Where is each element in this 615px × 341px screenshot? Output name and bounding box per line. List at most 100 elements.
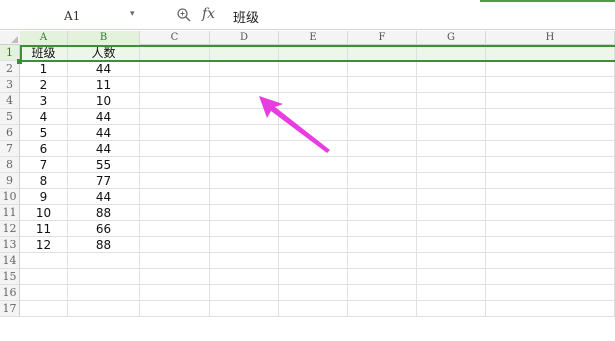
cell-e15[interactable]: [279, 269, 348, 285]
cell-e2[interactable]: [279, 61, 348, 77]
cell-g17[interactable]: [417, 301, 486, 317]
row-header-13[interactable]: 13: [0, 237, 20, 253]
cell-b9[interactable]: 77: [68, 173, 140, 189]
name-box[interactable]: A1 ▾: [28, 6, 163, 26]
fx-icon[interactable]: fx: [202, 6, 215, 22]
cell-f6[interactable]: [348, 125, 417, 141]
cell-d9[interactable]: [210, 173, 279, 189]
cell-h13[interactable]: [486, 237, 615, 253]
cell-c9[interactable]: [140, 173, 210, 189]
cell-a11[interactable]: 10: [20, 205, 68, 221]
row-header-8[interactable]: 8: [0, 157, 20, 173]
cell-e13[interactable]: [279, 237, 348, 253]
row-header-15[interactable]: 15: [0, 269, 20, 285]
cell-g1[interactable]: [417, 45, 486, 61]
cell-h3[interactable]: [486, 77, 615, 93]
cell-c1[interactable]: [140, 45, 210, 61]
cell-g3[interactable]: [417, 77, 486, 93]
cell-d2[interactable]: [210, 61, 279, 77]
row-header-11[interactable]: 11: [0, 205, 20, 221]
cell-g14[interactable]: [417, 253, 486, 269]
cell-b10[interactable]: 44: [68, 189, 140, 205]
cell-e9[interactable]: [279, 173, 348, 189]
cell-a8[interactable]: 7: [20, 157, 68, 173]
column-header-f[interactable]: F: [348, 31, 417, 45]
formula-value[interactable]: 班级: [233, 7, 259, 26]
cell-f17[interactable]: [348, 301, 417, 317]
column-header-c[interactable]: C: [140, 31, 210, 45]
row-header-17[interactable]: 17: [0, 301, 20, 317]
cell-g6[interactable]: [417, 125, 486, 141]
cell-a3[interactable]: 2: [20, 77, 68, 93]
cell-c14[interactable]: [140, 253, 210, 269]
cell-d11[interactable]: [210, 205, 279, 221]
cell-d17[interactable]: [210, 301, 279, 317]
row-header-9[interactable]: 9: [0, 173, 20, 189]
column-header-g[interactable]: G: [417, 31, 486, 45]
cell-h6[interactable]: [486, 125, 615, 141]
cell-g8[interactable]: [417, 157, 486, 173]
cell-g11[interactable]: [417, 205, 486, 221]
cell-b1[interactable]: 人数: [68, 45, 140, 61]
row-header-3[interactable]: 3: [0, 77, 20, 93]
row-header-14[interactable]: 14: [0, 253, 20, 269]
cell-a7[interactable]: 6: [20, 141, 68, 157]
cell-b13[interactable]: 88: [68, 237, 140, 253]
cell-e16[interactable]: [279, 285, 348, 301]
cell-c12[interactable]: [140, 221, 210, 237]
cell-f7[interactable]: [348, 141, 417, 157]
cell-b5[interactable]: 44: [68, 109, 140, 125]
cell-c6[interactable]: [140, 125, 210, 141]
cell-f15[interactable]: [348, 269, 417, 285]
cell-b12[interactable]: 66: [68, 221, 140, 237]
cell-g2[interactable]: [417, 61, 486, 77]
row-header-12[interactable]: 12: [0, 221, 20, 237]
cell-g9[interactable]: [417, 173, 486, 189]
cell-g7[interactable]: [417, 141, 486, 157]
cell-c10[interactable]: [140, 189, 210, 205]
cell-e12[interactable]: [279, 221, 348, 237]
fill-handle[interactable]: [17, 59, 22, 64]
cell-a14[interactable]: [20, 253, 68, 269]
cell-c8[interactable]: [140, 157, 210, 173]
cell-b7[interactable]: 44: [68, 141, 140, 157]
row-header-4[interactable]: 4: [0, 93, 20, 109]
cell-c2[interactable]: [140, 61, 210, 77]
cell-a12[interactable]: 11: [20, 221, 68, 237]
cell-c17[interactable]: [140, 301, 210, 317]
cell-a1[interactable]: 班级: [20, 45, 68, 61]
cell-h12[interactable]: [486, 221, 615, 237]
cell-e14[interactable]: [279, 253, 348, 269]
cell-c5[interactable]: [140, 109, 210, 125]
cell-e17[interactable]: [279, 301, 348, 317]
cell-h5[interactable]: [486, 109, 615, 125]
column-header-b[interactable]: B: [68, 31, 140, 45]
cell-e3[interactable]: [279, 77, 348, 93]
cell-e8[interactable]: [279, 157, 348, 173]
cell-g15[interactable]: [417, 269, 486, 285]
cell-h2[interactable]: [486, 61, 615, 77]
cell-b2[interactable]: 44: [68, 61, 140, 77]
row-header-6[interactable]: 6: [0, 125, 20, 141]
cell-h14[interactable]: [486, 253, 615, 269]
cell-a5[interactable]: 4: [20, 109, 68, 125]
cell-b4[interactable]: 10: [68, 93, 140, 109]
cell-h4[interactable]: [486, 93, 615, 109]
cell-h10[interactable]: [486, 189, 615, 205]
column-header-h[interactable]: H: [486, 31, 615, 45]
column-header-d[interactable]: D: [210, 31, 279, 45]
cell-f1[interactable]: [348, 45, 417, 61]
cell-f5[interactable]: [348, 109, 417, 125]
cell-h1[interactable]: [486, 45, 615, 61]
cell-g10[interactable]: [417, 189, 486, 205]
cell-b17[interactable]: [68, 301, 140, 317]
cell-f16[interactable]: [348, 285, 417, 301]
cell-a6[interactable]: 5: [20, 125, 68, 141]
cell-a13[interactable]: 12: [20, 237, 68, 253]
cell-d1[interactable]: [210, 45, 279, 61]
cell-d12[interactable]: [210, 221, 279, 237]
formula-input[interactable]: 班级: [229, 4, 609, 26]
cell-d3[interactable]: [210, 77, 279, 93]
cell-f12[interactable]: [348, 221, 417, 237]
cell-f9[interactable]: [348, 173, 417, 189]
